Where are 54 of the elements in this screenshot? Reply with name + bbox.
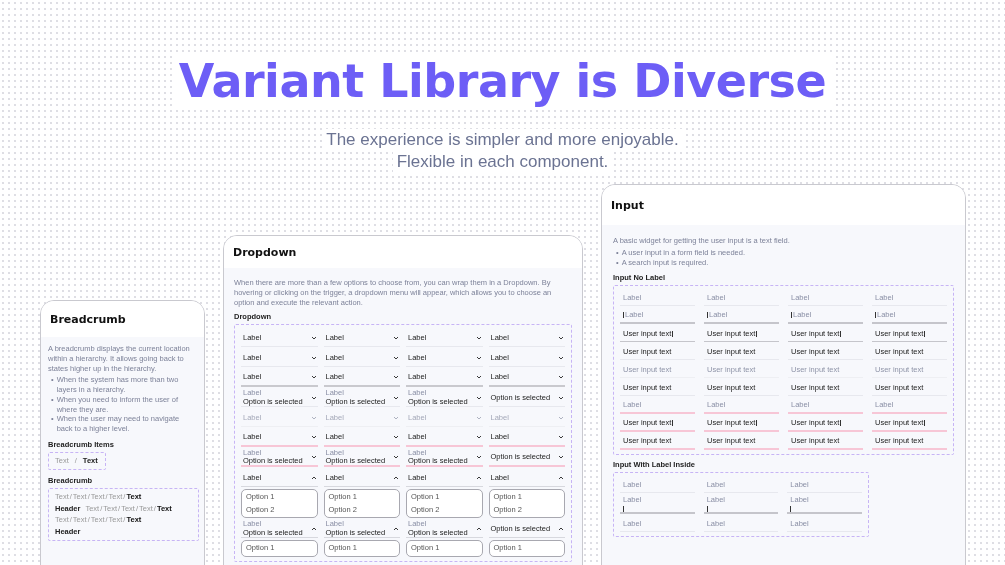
chevron-down-icon [475,435,482,440]
chevron-up-icon [475,475,482,480]
chevron-up-icon [558,475,564,480]
card-title: Input [611,198,644,212]
text-cursor [875,312,876,319]
chevron-down-icon [558,355,564,360]
chevron-down-icon [475,455,482,460]
text-cursor [672,330,674,337]
chevron-down-icon [310,435,317,440]
text-cursor [756,420,758,427]
text-cursor [924,420,926,427]
text-cursor [707,312,708,319]
chevron-down-icon [310,415,317,420]
chevron-down-icon [310,335,317,340]
chevron-up-icon [310,475,317,480]
chevron-down-icon [475,415,482,420]
text-cursor [706,505,708,512]
chevron-up-icon [475,526,482,531]
chevron-down-icon [310,455,317,460]
text-cursor [840,420,842,427]
chevron-up-icon [310,526,317,531]
text-cursor [840,330,842,337]
chevron-down-icon [558,435,564,440]
chevron-down-icon [558,335,564,340]
chevron-down-icon [393,355,399,360]
chevron-up-icon [393,526,399,531]
card-title: Breadcrumb [50,312,126,326]
text-cursor [790,505,792,512]
chevron-down-icon [558,455,564,460]
text-cursor [623,312,624,319]
chevron-down-icon [393,435,399,440]
text-cursor [924,330,926,337]
chevron-down-icon [310,355,317,360]
chevron-down-icon [558,395,564,400]
chevron-down-icon [475,355,482,360]
chevron-up-icon [558,526,564,531]
chevron-down-icon [310,395,317,400]
chevron-down-icon [393,455,399,460]
chevron-down-icon [558,375,564,380]
chevron-down-icon [393,335,399,340]
chevron-down-icon [310,375,317,380]
chevron-down-icon [475,375,482,380]
text-cursor [791,312,792,319]
chevron-down-icon [393,375,399,380]
chevron-down-icon [475,395,482,400]
chevron-down-icon [558,415,564,420]
text-cursor [672,420,674,427]
chevron-down-icon [393,415,399,420]
chevron-down-icon [475,335,482,340]
card-title: Dropdown [233,245,297,259]
chevron-up-icon [393,475,399,480]
chevron-down-icon [393,395,399,400]
text-cursor [623,505,624,512]
text-cursor [756,330,758,337]
